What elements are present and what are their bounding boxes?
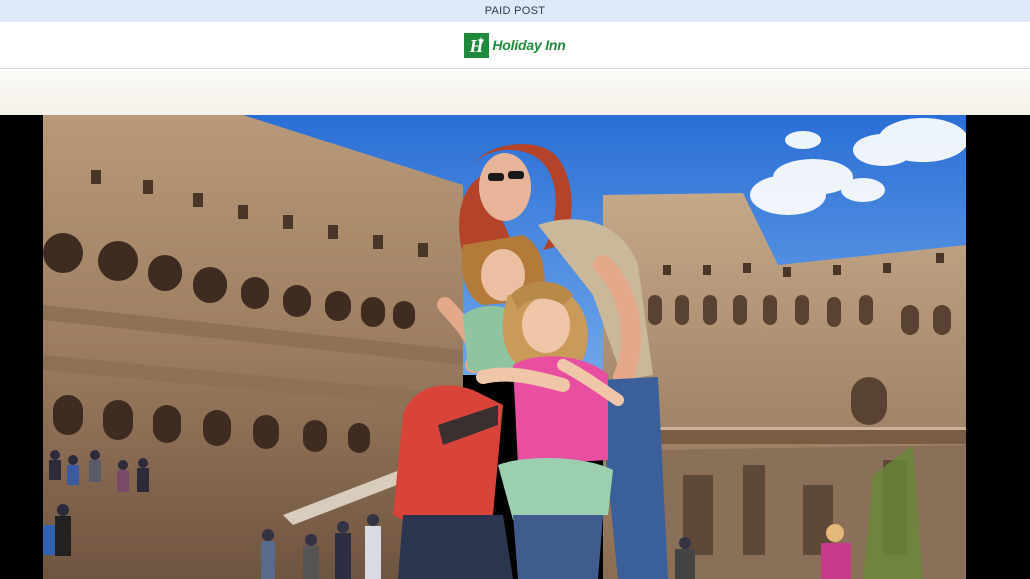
faded-image-strip	[0, 69, 1030, 115]
logo-text: Holiday Inn	[492, 37, 566, 53]
walkway-bridge	[658, 430, 966, 444]
logo-letter: H	[469, 36, 485, 56]
holiday-inn-logo-icon: H	[464, 32, 490, 58]
hero-photo-frame[interactable]	[0, 115, 1030, 579]
brand-header: H Holiday Inn	[0, 22, 1030, 69]
paid-post-banner: PAID POST	[0, 0, 1030, 22]
paid-post-label: PAID POST	[484, 5, 546, 17]
holiday-inn-logo[interactable]: H Holiday Inn	[464, 32, 566, 58]
hero-photo	[43, 115, 966, 579]
